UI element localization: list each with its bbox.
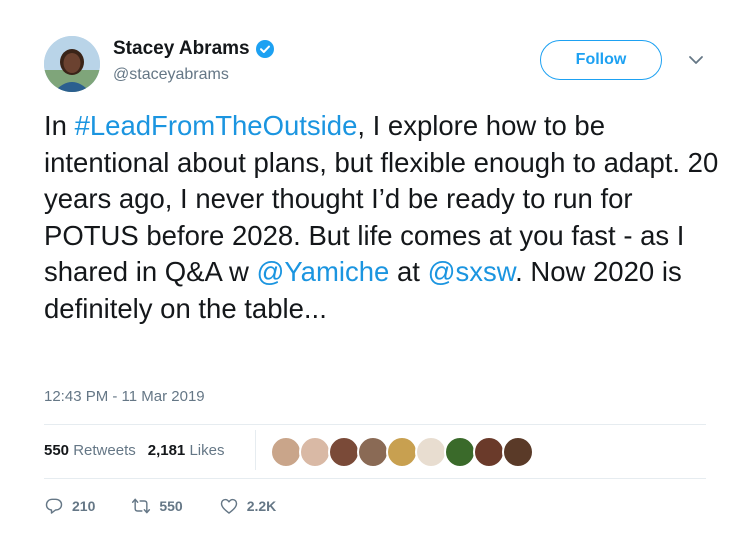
retweet-icon <box>132 498 151 514</box>
heart-icon <box>220 498 237 514</box>
tweet-link[interactable]: @Yamiche <box>256 256 389 287</box>
likes-label: Likes <box>189 442 225 459</box>
tweet-stats: 550 Retweets 2,181 Likes <box>44 442 236 459</box>
retweets-label: Retweets <box>73 442 136 459</box>
chevron-down-icon[interactable] <box>686 52 706 68</box>
author-handle[interactable]: @staceyabrams <box>113 66 229 84</box>
divider <box>44 478 706 479</box>
liker-avatar[interactable] <box>270 436 302 468</box>
tweet-text: In #LeadFromTheOutside, I explore how to… <box>44 108 724 327</box>
divider <box>44 424 706 425</box>
reply-icon <box>45 498 63 514</box>
tweet-link[interactable]: @sxsw <box>428 256 516 287</box>
liker-avatar[interactable] <box>328 436 360 468</box>
avatar[interactable] <box>44 36 100 92</box>
likes-count: 2,181 <box>147 442 186 459</box>
liker-avatar[interactable] <box>357 436 389 468</box>
tweet-timestamp[interactable]: 12:43 PM - 11 Mar 2019 <box>44 388 205 405</box>
reply-button[interactable]: 210 <box>44 496 95 516</box>
liker-avatar[interactable] <box>415 436 447 468</box>
liker-avatar[interactable] <box>444 436 476 468</box>
verified-badge-icon <box>255 40 274 58</box>
liker-avatar[interactable] <box>386 436 418 468</box>
retweets-count: 550 <box>44 442 70 459</box>
liker-avatar[interactable] <box>299 436 331 468</box>
retweets-stat[interactable]: 550 Retweets <box>44 442 136 459</box>
reply-count: 210 <box>72 498 96 514</box>
liker-avatars <box>270 436 534 468</box>
tweet-link[interactable]: #LeadFromTheOutside <box>75 110 358 141</box>
follow-button[interactable]: Follow <box>540 40 662 80</box>
liker-avatar[interactable] <box>473 436 505 468</box>
tweet-text-segment: In <box>44 110 75 141</box>
like-action-count: 2.2K <box>246 498 277 514</box>
liker-avatar[interactable] <box>502 436 534 468</box>
author-name-row[interactable]: Stacey Abrams <box>113 38 274 60</box>
retweet-action-count: 550 <box>159 498 183 514</box>
retweet-button[interactable]: 550 <box>131 496 183 516</box>
tweet-actions: 210 550 2.2K <box>44 496 312 516</box>
tweet-text-segment: at <box>389 256 428 287</box>
like-button[interactable]: 2.2K <box>219 496 277 516</box>
likes-stat[interactable]: 2,181 Likes <box>148 442 225 459</box>
stats-separator <box>255 430 256 470</box>
author-display-name[interactable]: Stacey Abrams <box>113 38 250 60</box>
